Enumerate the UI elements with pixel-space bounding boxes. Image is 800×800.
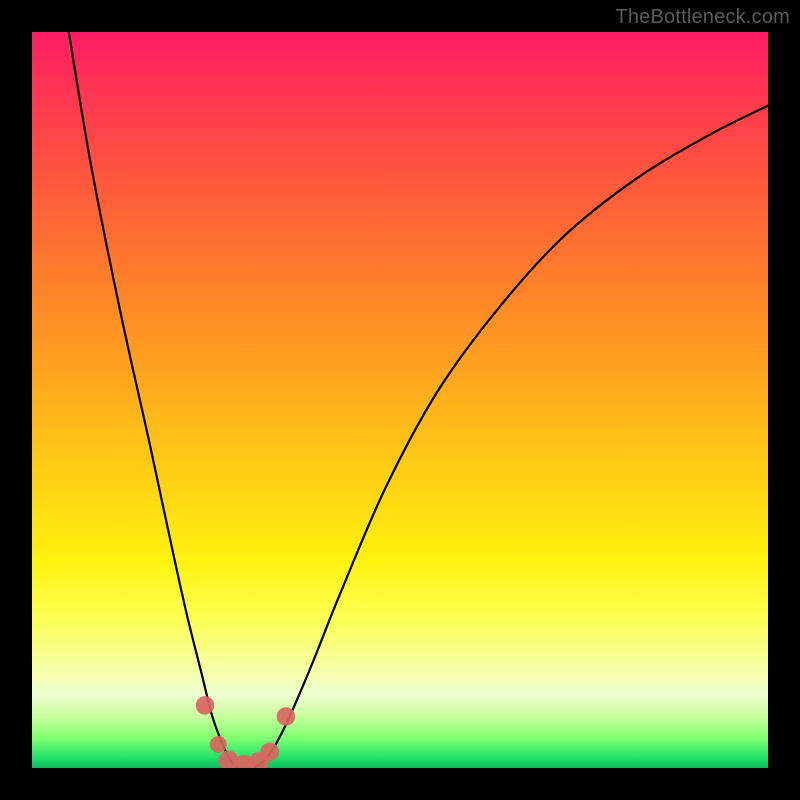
curve-marker bbox=[196, 696, 215, 715]
curve-markers bbox=[196, 696, 296, 768]
bottleneck-curve bbox=[69, 32, 768, 768]
plot-area bbox=[32, 32, 768, 768]
chart-frame: TheBottleneck.com bbox=[0, 0, 800, 800]
curve-marker bbox=[277, 707, 296, 726]
curve-marker bbox=[210, 736, 227, 753]
curve-layer bbox=[32, 32, 768, 768]
watermark-text: TheBottleneck.com bbox=[615, 6, 790, 29]
curve-marker bbox=[260, 743, 279, 762]
